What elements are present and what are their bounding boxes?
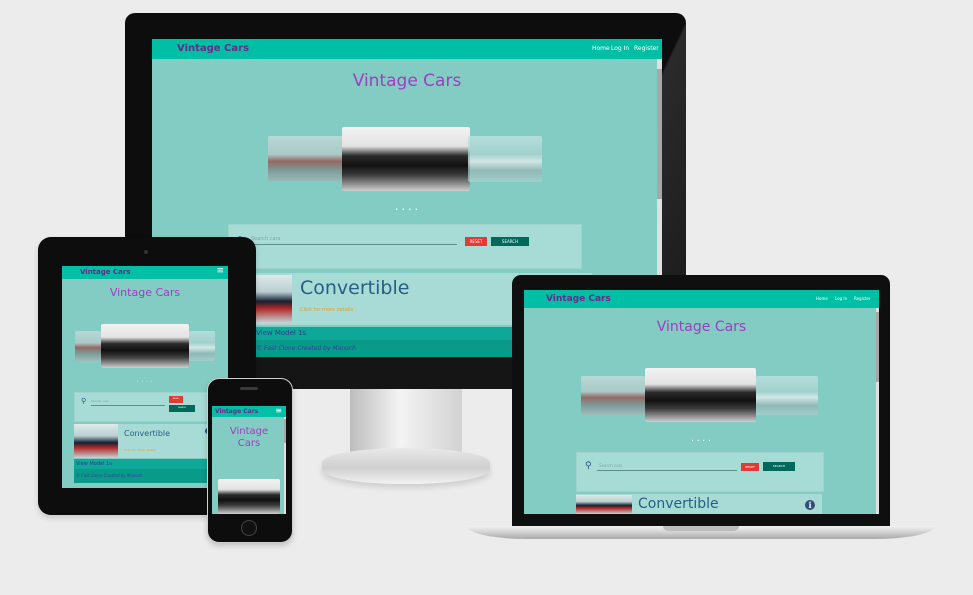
nav-link-register[interactable]: Register [854,296,870,301]
scrollbar[interactable] [876,308,879,514]
reset-button[interactable]: RESET [465,237,487,246]
carousel-image-center[interactable] [218,479,280,514]
carousel-image-right[interactable] [468,136,542,182]
brand-logo[interactable]: Vintage Cars [215,408,258,415]
scrollbar-thumb[interactable] [284,419,286,443]
carousel-indicators[interactable]: • • • • [62,379,228,383]
search-input[interactable]: Search cars [251,236,280,242]
carousel-image-left[interactable] [268,136,344,182]
search-input[interactable]: Search cars [599,463,622,468]
laptop-notch [663,526,739,531]
scrollbar[interactable] [284,417,286,514]
car-card-subtitle[interactable]: Click for more details [124,448,156,452]
carousel-indicators[interactable]: • • • • [152,207,662,213]
reset-button[interactable]: RESET [169,396,183,403]
tablet-camera [144,250,148,254]
nav-link-home[interactable]: Home [592,45,610,52]
page-title: Vintage Cars [229,426,269,449]
carousel-image-center[interactable] [342,127,470,191]
phone-speaker [240,387,258,390]
carousel-image-left[interactable] [75,331,101,361]
car-card[interactable]: Convertible i [576,494,822,514]
scrollbar-thumb[interactable] [657,69,662,199]
monitor-stand-neck [350,386,462,452]
nav-link-home[interactable]: Home [816,296,828,301]
tablet-screen: Vintage Cars ≡ Vintage Cars • • • • ⚲ Se… [62,266,228,488]
carousel-image-right[interactable] [189,331,215,361]
car-card-title[interactable]: Convertible [300,277,409,299]
search-panel: ⚲ Search cars RESET SEARCH [576,452,824,492]
menu-icon[interactable]: ≡ [216,266,224,276]
search-icon: ⚲ [81,397,87,405]
info-icon[interactable]: i [805,500,815,510]
search-button[interactable]: SEARCH [491,237,529,246]
search-panel: ⚲ Search cars RESET SEARCH [74,392,218,422]
monitor-stand-base [322,448,490,484]
navbar: Vintage Cars ≡ [212,406,286,417]
carousel-image-center[interactable] [645,368,756,422]
page-title: Vintage Cars [109,286,181,299]
car-card-image[interactable] [576,495,632,514]
navbar: Vintage Cars Home Log In Register [152,39,662,59]
brand-logo[interactable]: Vintage Cars [177,43,249,54]
carousel-indicators[interactable]: • • • • [524,438,879,443]
search-button[interactable]: SEARCH [763,462,795,471]
search-input[interactable]: Search cars [91,399,109,403]
search-input-underline [91,405,165,406]
nav-link-login[interactable]: Log In [611,45,629,52]
search-panel: ⚲ Search cars RESET SEARCH [228,224,582,269]
page-title: Vintage Cars [352,71,462,91]
brand-logo[interactable]: Vintage Cars [80,268,130,276]
carousel-image-right[interactable] [756,376,818,415]
navbar: Vintage Cars Home Log In Register [524,290,879,308]
reset-button[interactable]: RESET [741,463,759,471]
car-card-image[interactable] [74,424,118,458]
scrollbar-thumb[interactable] [876,312,879,382]
car-card-image[interactable] [254,275,292,323]
search-input-underline [249,244,457,245]
laptop-screen: Vintage Cars Home Log In Register Vintag… [524,290,879,514]
phone-screen: Vintage Cars ≡ Vintage Cars [212,406,286,514]
car-card[interactable]: Convertible Click for more details i [74,424,216,458]
carousel-image-center[interactable] [101,324,189,368]
nav-link-register[interactable]: Register [634,45,659,52]
car-card-subtitle[interactable]: Click for more details [300,307,353,313]
page-title: Vintage Cars [656,319,747,335]
home-button-icon[interactable] [241,520,257,536]
model-bar[interactable]: View Model 1s [74,459,218,469]
search-button[interactable]: SEARCH [169,405,195,412]
search-icon: ⚲ [585,461,592,471]
car-card-title[interactable]: Convertible [124,429,170,438]
menu-icon[interactable]: ≡ [275,406,282,415]
footer: © Fast Clone Created by Manoch [74,469,218,483]
navbar: Vintage Cars ≡ [62,266,228,279]
carousel-image-left[interactable] [581,376,645,415]
brand-logo[interactable]: Vintage Cars [546,294,611,304]
search-input-underline [597,470,737,471]
nav-link-login[interactable]: Log In [835,296,847,301]
car-card-title[interactable]: Convertible [638,496,719,512]
